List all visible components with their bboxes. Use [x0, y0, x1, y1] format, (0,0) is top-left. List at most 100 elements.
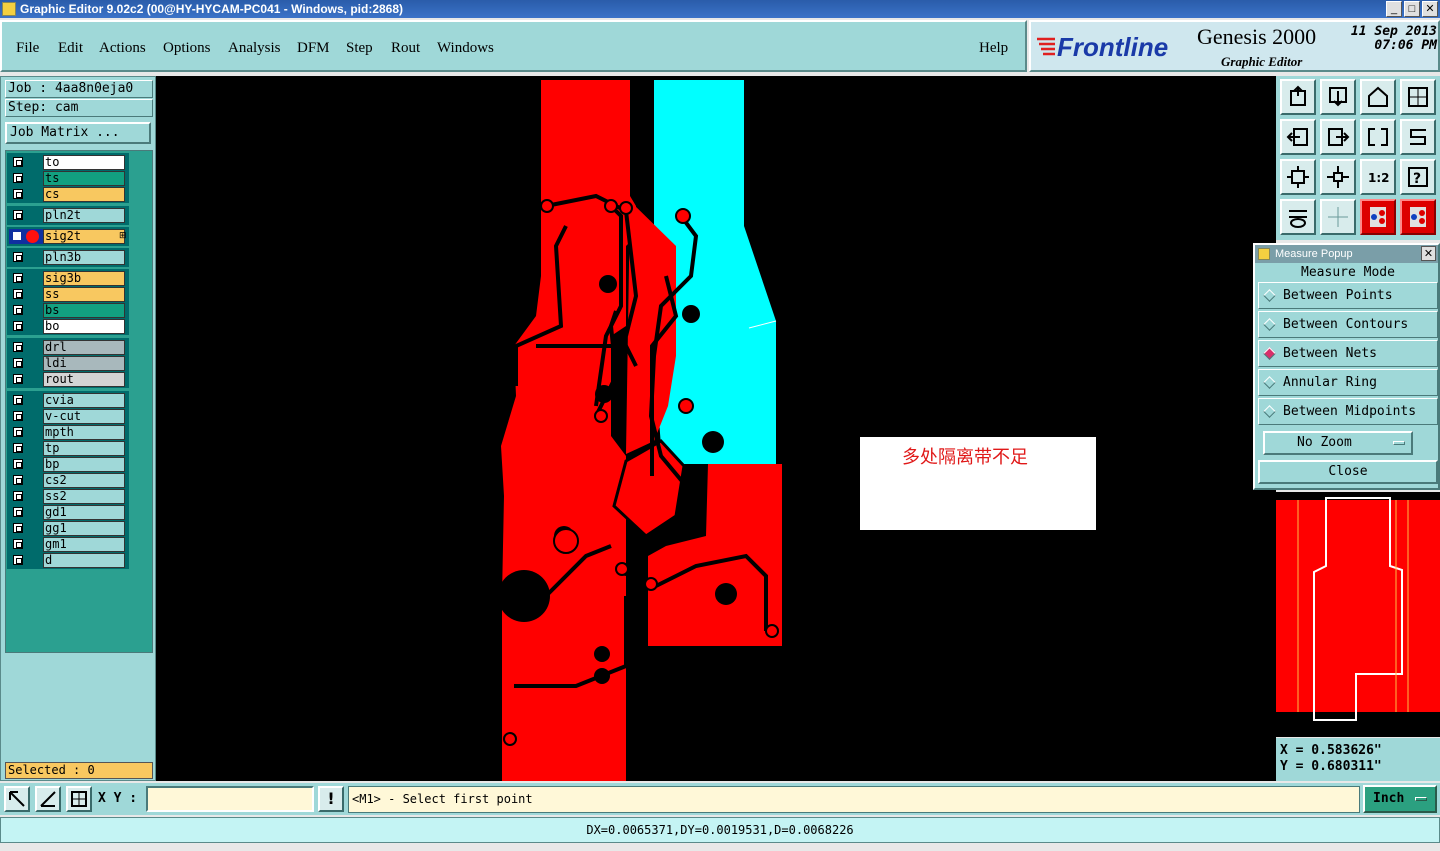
- layer-checkbox[interactable]: [13, 427, 23, 437]
- layer-row-ldi[interactable]: ldi: [9, 356, 127, 371]
- option-between-nets[interactable]: Between Nets: [1258, 340, 1438, 367]
- menu-step[interactable]: Step: [346, 40, 373, 57]
- help-icon[interactable]: ?: [1400, 159, 1436, 195]
- layer-row-tp[interactable]: tp: [9, 441, 127, 456]
- zoom-down-icon[interactable]: [1320, 79, 1356, 115]
- zoom-back-icon[interactable]: [1360, 119, 1396, 155]
- layer-checkbox[interactable]: [13, 395, 23, 405]
- minimize-button[interactable]: _: [1386, 1, 1402, 17]
- layer-row-mpth[interactable]: mpth: [9, 425, 127, 440]
- layer-checkbox[interactable]: [13, 321, 23, 331]
- layer-row-cs[interactable]: cs: [9, 187, 127, 202]
- layer-row-ts[interactable]: ts: [9, 171, 127, 186]
- maximize-button[interactable]: □: [1404, 1, 1420, 17]
- redraw-icon[interactable]: [1400, 119, 1436, 155]
- select-mode-icon[interactable]: [4, 786, 30, 812]
- option-between-contours[interactable]: Between Contours: [1258, 311, 1438, 338]
- layer-checkbox[interactable]: [13, 173, 23, 183]
- layer-row-bo[interactable]: bo: [9, 319, 127, 334]
- layer-row-cs2[interactable]: cs2: [9, 473, 127, 488]
- menu-dfm[interactable]: DFM: [297, 40, 330, 57]
- layer-row-v-cut[interactable]: v-cut: [9, 409, 127, 424]
- split-view-icon[interactable]: [1400, 79, 1436, 115]
- layer-checkbox[interactable]: [13, 475, 23, 485]
- layer-checkbox[interactable]: [13, 358, 23, 368]
- option-between-midpoints[interactable]: Between Midpoints: [1258, 398, 1438, 425]
- radio-diamond-selected-icon[interactable]: [1263, 347, 1276, 360]
- layer-row-rout[interactable]: rout: [9, 372, 127, 387]
- layer-row-drl[interactable]: drl: [9, 340, 127, 355]
- netlist-view-icon[interactable]: [1360, 199, 1396, 235]
- layer-row-cvia[interactable]: cvia: [9, 393, 127, 408]
- close-window-button[interactable]: ✕: [1422, 1, 1438, 17]
- job-matrix-button[interactable]: Job Matrix ...: [5, 122, 151, 144]
- layer-row-d[interactable]: d: [9, 553, 127, 568]
- radio-diamond-icon[interactable]: [1263, 376, 1276, 389]
- layer-name[interactable]: cs2: [43, 473, 125, 488]
- layer-name[interactable]: rout: [43, 372, 125, 387]
- layer-row-sig3b[interactable]: sig3b: [9, 271, 127, 286]
- layer-checkbox[interactable]: [13, 210, 23, 220]
- warning-button[interactable]: !: [318, 786, 344, 812]
- layer-row-to[interactable]: to: [9, 155, 127, 170]
- layer-name[interactable]: sig2t: [43, 229, 125, 244]
- layer-name[interactable]: pln2t: [43, 208, 125, 223]
- mini-overview[interactable]: [1276, 492, 1440, 737]
- pan-right-icon[interactable]: [1320, 119, 1356, 155]
- netlist-compare-icon[interactable]: [1400, 199, 1436, 235]
- layer-row-sig2t[interactable]: sig2t ⊞: [9, 229, 127, 244]
- layer-row-gd1[interactable]: gd1: [9, 505, 127, 520]
- layer-name[interactable]: bs: [43, 303, 125, 318]
- zoom-home-icon[interactable]: [1280, 79, 1316, 115]
- close-popup-icon[interactable]: ✕: [1421, 246, 1436, 261]
- layer-row-ss2[interactable]: ss2: [9, 489, 127, 504]
- xy-input[interactable]: [146, 786, 314, 812]
- layer-name[interactable]: mpth: [43, 425, 125, 440]
- palette-tool-icon[interactable]: [1280, 199, 1316, 235]
- menu-options[interactable]: Options: [163, 40, 211, 57]
- zoom-out-icon[interactable]: [1320, 159, 1356, 195]
- layer-checkbox-checked[interactable]: [13, 232, 21, 240]
- layer-checkbox[interactable]: [13, 374, 23, 384]
- layer-row-pln2t[interactable]: pln2t: [9, 208, 127, 223]
- layer-name[interactable]: gd1: [43, 505, 125, 520]
- menu-file[interactable]: File: [16, 40, 39, 57]
- layer-row-gm1[interactable]: gm1: [9, 537, 127, 552]
- layer-checkbox[interactable]: [13, 342, 23, 352]
- home-view-icon[interactable]: [1360, 79, 1396, 115]
- graphic-canvas[interactable]: [156, 76, 1276, 781]
- unit-selector[interactable]: Inch: [1363, 785, 1437, 813]
- radio-diamond-icon[interactable]: [1263, 289, 1276, 302]
- menu-windows[interactable]: Windows: [437, 40, 494, 57]
- layer-checkbox[interactable]: [13, 189, 23, 199]
- layer-name[interactable]: bp: [43, 457, 125, 472]
- menu-analysis[interactable]: Analysis: [228, 40, 281, 57]
- layer-name[interactable]: gm1: [43, 537, 125, 552]
- option-annular-ring[interactable]: Annular Ring: [1258, 369, 1438, 396]
- layer-name[interactable]: ldi: [43, 356, 125, 371]
- layer-checkbox[interactable]: [13, 507, 23, 517]
- layer-checkbox[interactable]: [13, 289, 23, 299]
- scale-one-to-two-icon[interactable]: 1:2: [1360, 159, 1396, 195]
- layer-row-ss[interactable]: ss: [9, 287, 127, 302]
- menu-actions[interactable]: Actions: [99, 40, 146, 57]
- layer-checkbox[interactable]: [13, 491, 23, 501]
- layer-row-pln3b[interactable]: pln3b: [9, 250, 127, 265]
- menu-help[interactable]: Help: [979, 40, 1008, 57]
- layer-name[interactable]: bo: [43, 319, 125, 334]
- grid-icon[interactable]: [1320, 199, 1356, 235]
- option-between-points[interactable]: Between Points: [1258, 282, 1438, 309]
- zoom-in-icon[interactable]: [1280, 159, 1316, 195]
- layer-name[interactable]: v-cut: [43, 409, 125, 424]
- layer-name[interactable]: sig3b: [43, 271, 125, 286]
- layer-checkbox[interactable]: [13, 539, 23, 549]
- snap-mode-icon[interactable]: [35, 786, 61, 812]
- layer-name[interactable]: tp: [43, 441, 125, 456]
- layer-checkbox[interactable]: [13, 273, 23, 283]
- layer-name[interactable]: pln3b: [43, 250, 125, 265]
- layer-checkbox[interactable]: [13, 555, 23, 565]
- layer-checkbox[interactable]: [13, 252, 23, 262]
- zoom-option-menu[interactable]: No Zoom: [1263, 431, 1413, 455]
- layer-name[interactable]: to: [43, 155, 125, 170]
- layer-name[interactable]: d: [43, 553, 125, 568]
